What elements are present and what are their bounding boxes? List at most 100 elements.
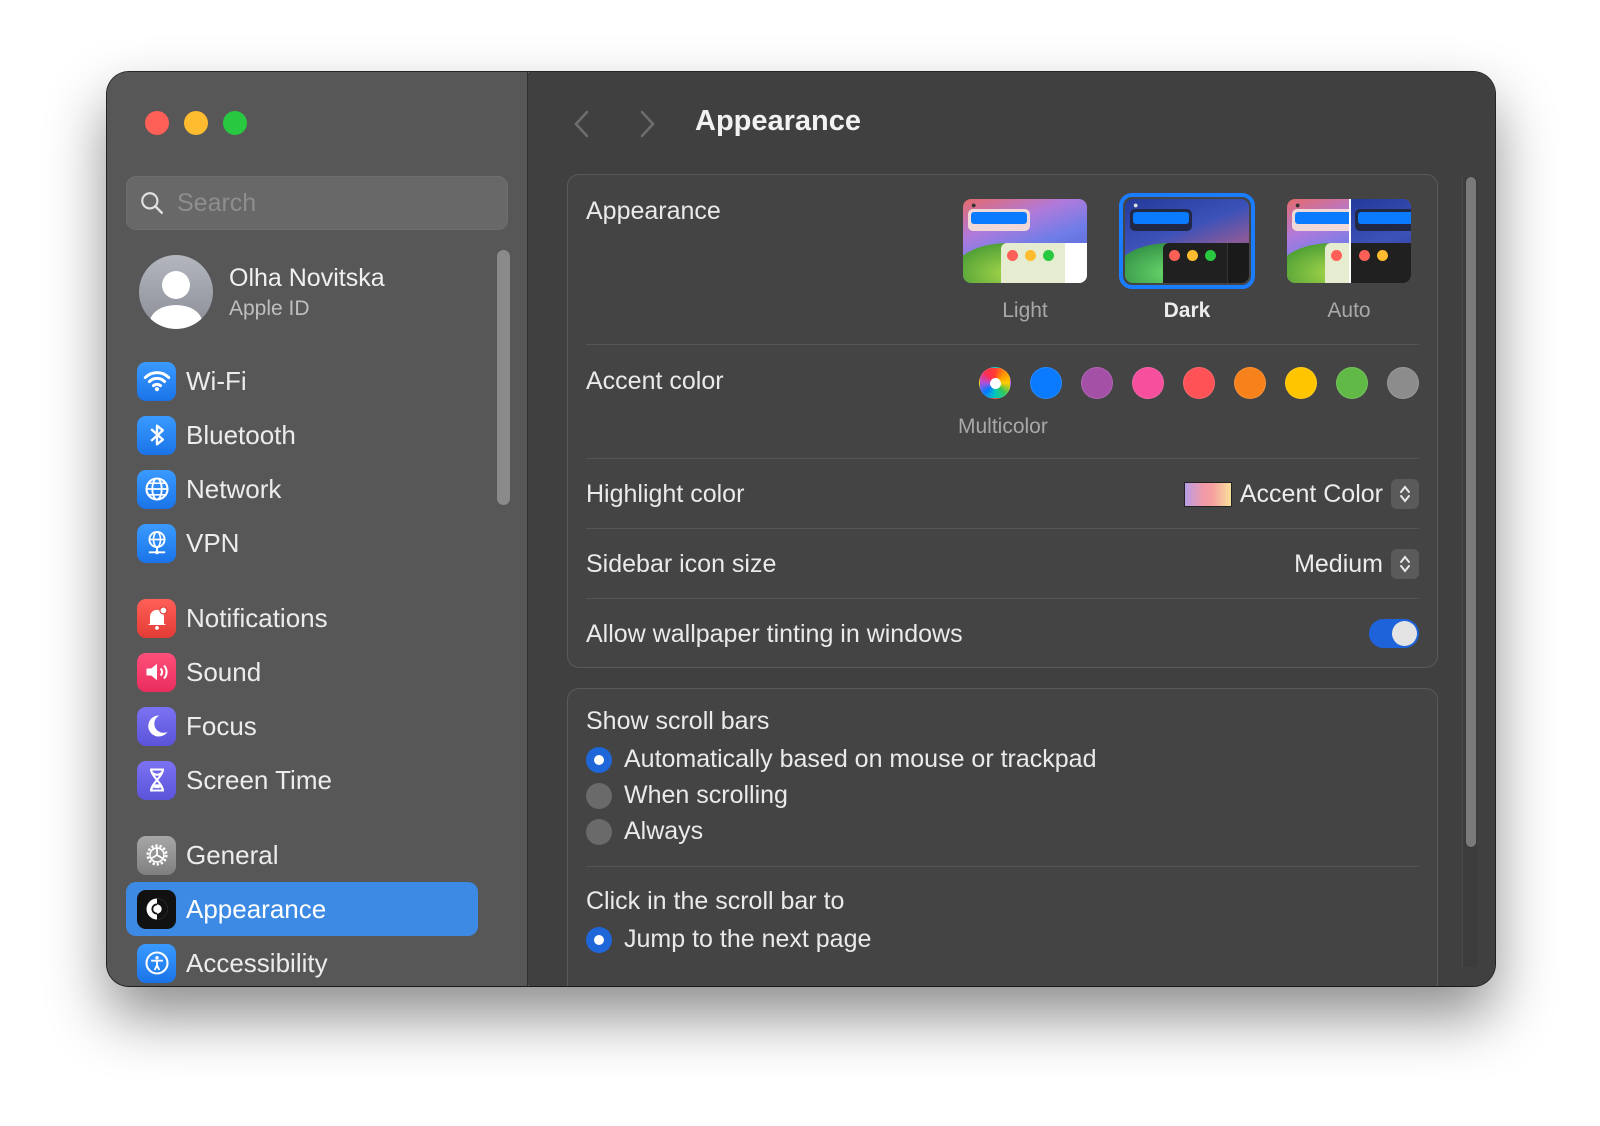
profile-name: Olha Novitska bbox=[229, 263, 385, 292]
dark-mode-preview: ● bbox=[1125, 199, 1249, 283]
appearance-option-label: Dark bbox=[1163, 299, 1211, 322]
appearance-option-auto[interactable]: ● Auto bbox=[1281, 193, 1417, 323]
sidebar-item-appearance[interactable]: Appearance bbox=[126, 882, 478, 936]
accent-color-label: Accent color bbox=[586, 367, 724, 395]
sidebar-icon-size-label: Sidebar icon size bbox=[586, 550, 777, 578]
zoom-button[interactable] bbox=[223, 111, 247, 135]
sidebar-item-label: Focus bbox=[186, 710, 257, 741]
accent-swatch-multicolor[interactable] bbox=[979, 367, 1011, 399]
speaker-icon bbox=[137, 652, 176, 692]
appearance-options: ● Light ● Dark ● Auto bbox=[957, 193, 1417, 323]
accent-swatch-orange[interactable] bbox=[1234, 367, 1266, 399]
profile-subtitle: Apple ID bbox=[229, 296, 310, 320]
appearance-option-label: Light bbox=[1002, 299, 1048, 322]
light-mode-preview: ● bbox=[963, 199, 1087, 283]
chevron-right-icon[interactable] bbox=[634, 106, 660, 142]
accent-color-caption: Multicolor bbox=[958, 415, 1048, 438]
sidebar-item-label: VPN bbox=[186, 527, 240, 558]
sidebar-item-screen-time[interactable]: Screen Time bbox=[126, 753, 478, 807]
search-input[interactable] bbox=[177, 188, 497, 218]
close-button[interactable] bbox=[145, 111, 169, 135]
minimize-button[interactable] bbox=[184, 111, 208, 135]
radio-jump-next-page[interactable]: Jump to the next page bbox=[586, 925, 871, 954]
search-icon bbox=[141, 192, 163, 214]
sidebar-item-sound[interactable]: Sound bbox=[126, 645, 478, 699]
scrollbar-thumb[interactable] bbox=[1466, 177, 1476, 847]
sidebar-item-label: General bbox=[186, 839, 279, 870]
appearance-option-label: Auto bbox=[1327, 299, 1371, 322]
sidebar-group-system: General Appearance Accessibility bbox=[126, 828, 478, 986]
sidebar-scrollbar[interactable] bbox=[497, 250, 510, 505]
auto-mode-preview: ● bbox=[1287, 199, 1411, 283]
accent-swatch-purple[interactable] bbox=[1081, 367, 1113, 399]
appearance-option-dark[interactable]: ● Dark bbox=[1119, 193, 1255, 323]
radio-scroll-always[interactable]: Always bbox=[586, 817, 703, 846]
click-scroll-bar-label: Click in the scroll bar to bbox=[586, 887, 845, 915]
toolbar: Appearance bbox=[529, 72, 1495, 172]
wallpaper-tinting-toggle[interactable] bbox=[1369, 619, 1419, 648]
content-scrollbar[interactable] bbox=[1462, 177, 1477, 967]
moon-icon bbox=[137, 706, 176, 746]
sidebar-item-wifi[interactable]: Wi-Fi bbox=[126, 354, 478, 408]
traffic-lights bbox=[145, 111, 247, 135]
sidebar-item-label: Notifications bbox=[186, 602, 328, 633]
sidebar-icon-size-popup[interactable]: Medium bbox=[1294, 549, 1419, 579]
appearance-option-light[interactable]: ● Light bbox=[957, 193, 1093, 323]
radio-label: When scrolling bbox=[624, 781, 788, 809]
sidebar-item-general[interactable]: General bbox=[126, 828, 478, 882]
search-field[interactable] bbox=[126, 176, 508, 230]
accent-swatch-red[interactable] bbox=[1183, 367, 1215, 399]
highlight-color-swatch bbox=[1183, 481, 1232, 507]
radio-button bbox=[586, 818, 612, 845]
sidebar-item-accessibility[interactable]: Accessibility bbox=[126, 936, 478, 986]
radio-scroll-automatic[interactable]: Automatically based on mouse or trackpad bbox=[586, 745, 1096, 774]
accent-swatch-blue[interactable] bbox=[1030, 367, 1062, 399]
wallpaper-tinting-label: Allow wallpaper tinting in windows bbox=[586, 620, 963, 648]
highlight-color-label: Highlight color bbox=[586, 480, 745, 508]
sidebar-group-notifications: Notifications Sound Focus Screen Time bbox=[126, 591, 478, 807]
divider bbox=[586, 866, 1419, 867]
appearance-row: Appearance ● Light ● Dark ● Auto bbox=[586, 175, 1419, 345]
accent-swatch-graphite[interactable] bbox=[1387, 367, 1419, 399]
popup-stepper-icon bbox=[1391, 549, 1419, 579]
main-content: Appearance Appearance ● Light ● Dark ● A… bbox=[529, 72, 1495, 986]
apple-id-profile[interactable]: Olha Novitska Apple ID bbox=[139, 255, 385, 329]
chevron-left-icon[interactable] bbox=[569, 106, 595, 142]
accent-swatch-pink[interactable] bbox=[1132, 367, 1164, 399]
sidebar-item-vpn[interactable]: VPN bbox=[126, 516, 478, 570]
popup-stepper-icon bbox=[1391, 479, 1419, 509]
sidebar-item-notifications[interactable]: Notifications bbox=[126, 591, 478, 645]
sidebar-item-focus[interactable]: Focus bbox=[126, 699, 478, 753]
sidebar-item-label: Appearance bbox=[186, 893, 327, 924]
sidebar-item-label: Sound bbox=[186, 656, 262, 687]
accessibility-icon bbox=[137, 943, 176, 983]
accent-swatch-yellow[interactable] bbox=[1285, 367, 1317, 399]
page-title: Appearance bbox=[695, 105, 862, 137]
vpn-globe-icon bbox=[137, 523, 176, 563]
highlight-color-row: Highlight color Accent Color bbox=[586, 459, 1419, 529]
appearance-settings-card: Appearance ● Light ● Dark ● Auto Accent … bbox=[567, 174, 1438, 668]
hourglass-icon bbox=[137, 760, 176, 800]
wifi-icon bbox=[137, 361, 176, 401]
highlight-color-value: Accent Color bbox=[1239, 479, 1383, 508]
radio-scroll-when-scrolling[interactable]: When scrolling bbox=[586, 781, 788, 810]
sidebar-item-network[interactable]: Network bbox=[126, 462, 478, 516]
radio-button-selected bbox=[586, 746, 612, 773]
globe-icon bbox=[137, 469, 176, 509]
accent-swatch-green[interactable] bbox=[1336, 367, 1368, 399]
sidebar: Olha Novitska Apple ID Wi-Fi Bluetooth bbox=[107, 72, 528, 986]
appearance-icon bbox=[137, 889, 176, 929]
gear-icon bbox=[137, 835, 176, 875]
sidebar-item-bluetooth[interactable]: Bluetooth bbox=[126, 408, 478, 462]
sidebar-icon-size-row: Sidebar icon size Medium bbox=[586, 529, 1419, 599]
radio-button-selected bbox=[586, 926, 612, 953]
highlight-color-popup[interactable]: Accent Color bbox=[1183, 479, 1419, 509]
sidebar-item-label: Screen Time bbox=[186, 764, 332, 795]
accent-color-swatches bbox=[979, 367, 1419, 399]
sidebar-item-label: Wi-Fi bbox=[186, 365, 247, 396]
radio-label: Automatically based on mouse or trackpad bbox=[624, 745, 1097, 773]
sidebar-item-label: Accessibility bbox=[186, 947, 328, 978]
show-scroll-bars-label: Show scroll bars bbox=[586, 707, 770, 735]
sidebar-group-connectivity: Wi-Fi Bluetooth Network VPN bbox=[126, 354, 478, 570]
radio-label: Always bbox=[624, 817, 704, 845]
